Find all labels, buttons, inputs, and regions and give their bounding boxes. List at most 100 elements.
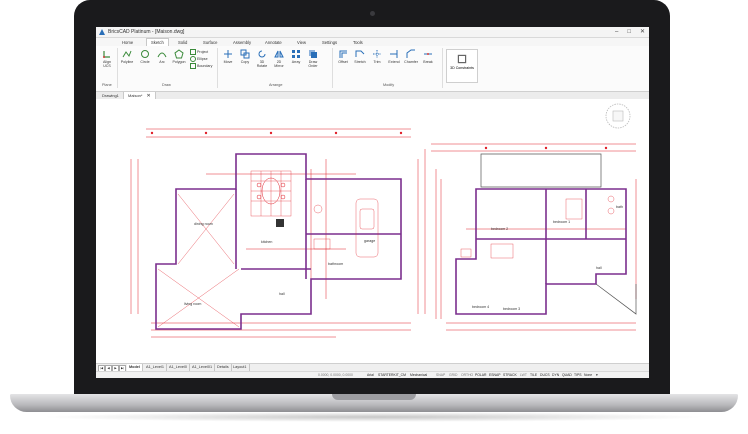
toggle-snap[interactable]: SNAP: [436, 373, 445, 377]
chamfer-label: Chamfer: [404, 60, 418, 64]
layout-tab-model[interactable]: Model: [127, 364, 143, 371]
navigation-cube-icon[interactable]: [604, 102, 632, 130]
align-ucs-label: Align UCS: [103, 60, 111, 68]
label-dining-room: dining room: [194, 222, 213, 226]
rotate-3d-button[interactable]: 3D Rotate: [254, 49, 270, 68]
boundary-label: Boundary: [197, 63, 213, 68]
tab-sketch[interactable]: Sketch: [146, 38, 169, 46]
tab-solid[interactable]: Solid: [174, 39, 191, 46]
close-button[interactable]: ✕: [640, 27, 645, 37]
toggle-tips[interactable]: TIPS: [574, 373, 582, 377]
coordinates-readout: 0.0000, 0.0000, 0.0000: [318, 373, 353, 377]
layout-tab-a1-level0[interactable]: A1_Level0: [167, 364, 190, 371]
copy-button[interactable]: Copy: [237, 49, 253, 64]
polygon-icon: [174, 49, 184, 59]
layout-tab-details[interactable]: Details: [215, 364, 232, 371]
break-button[interactable]: Break: [420, 49, 436, 64]
label-garage: garage: [364, 239, 376, 243]
ribbon-panel: Align UCS Polyline Circle Arc Polygon Pr…: [96, 46, 649, 92]
toggle-dyn[interactable]: DYN: [552, 373, 559, 377]
laptop-notch: [332, 394, 416, 400]
label-bedroom-4: bedroom 4: [472, 305, 490, 309]
circle-label: Circle: [140, 60, 150, 64]
toggle-ducs[interactable]: DUCS: [540, 373, 550, 377]
mirror-icon: [274, 50, 284, 58]
arc-icon: [157, 52, 167, 58]
label-bedroom-3: bedroom 3: [503, 307, 521, 311]
toggle-strack[interactable]: STRACK: [503, 373, 517, 377]
toggle-grid[interactable]: GRID: [449, 373, 457, 377]
group-label-plane: Plane: [102, 83, 112, 87]
extend-label: Extend: [388, 60, 400, 64]
tab-tools[interactable]: Tools: [349, 39, 367, 46]
polyline-label: Polyline: [120, 60, 134, 64]
tab-view[interactable]: View: [293, 39, 310, 46]
tab-assembly[interactable]: Assembly: [229, 39, 255, 46]
3d-constraints-label: 3D Constraints: [450, 66, 474, 70]
trim-button[interactable]: Trim: [369, 49, 385, 64]
boundary-button[interactable]: Boundary: [190, 63, 212, 69]
chevron-down-icon[interactable]: ▾: [596, 373, 598, 377]
draw-order-button[interactable]: Draw Order: [305, 49, 321, 68]
trim-icon: [373, 50, 381, 58]
ellipse-button[interactable]: Ellipse: [190, 56, 208, 62]
draw-order-icon: [309, 50, 317, 58]
circle-button[interactable]: Circle: [137, 49, 153, 64]
mirror-2d-label: 2D Mirror: [274, 60, 284, 68]
laptop-base: [10, 394, 738, 412]
stretch-button[interactable]: Stretch: [352, 49, 368, 64]
ellipse-label: Ellipse: [197, 56, 208, 61]
layout-tab-a1-level01[interactable]: A1_Level01: [190, 364, 216, 371]
extend-button[interactable]: Extend: [386, 49, 402, 64]
window-title: BricsCAD Platinum - [Maison.dwg]: [108, 29, 185, 35]
layout-tabs: |◀ ◀ ▶ ▶| Model A1_Level1 A1_Level0 A1_L…: [96, 363, 649, 372]
extend-icon: [390, 50, 398, 58]
mirror-2d-button[interactable]: 2D Mirror: [271, 49, 287, 68]
draw-order-label: Draw Order: [308, 60, 318, 68]
toggle-quad[interactable]: QUAD: [562, 373, 572, 377]
polygon-label: Polygon: [172, 60, 186, 64]
minimize-button[interactable]: –: [615, 27, 618, 37]
label-hall: hall: [279, 292, 285, 296]
copy-label: Copy: [240, 60, 250, 64]
layout-tab-layout1[interactable]: Layout1: [231, 364, 250, 371]
toggle-ortho[interactable]: ORTHO: [461, 373, 473, 377]
align-ucs-button[interactable]: Align UCS: [99, 49, 115, 68]
ribbon-tabs: Home Sketch Solid Surface Assembly Annot…: [96, 38, 649, 46]
polygon-button[interactable]: Polygon: [171, 49, 187, 64]
circle-icon: [141, 50, 149, 58]
toggle-polar[interactable]: POLAR: [475, 373, 487, 377]
tab-settings[interactable]: Settings: [318, 39, 341, 46]
array-button[interactable]: Array: [288, 49, 304, 64]
offset-icon: [339, 50, 347, 58]
maximize-button[interactable]: □: [627, 27, 631, 37]
label-bath: bath: [616, 205, 623, 209]
label-bedroom-2: bedroom 2: [491, 227, 509, 231]
offset-label: Offset: [338, 60, 348, 64]
toggle-tile[interactable]: TILE: [530, 373, 537, 377]
toggle-lwt[interactable]: LWT: [520, 373, 527, 377]
arc-button[interactable]: Arc: [154, 49, 170, 64]
tab-annotate[interactable]: Annotate: [261, 39, 286, 46]
3d-constraints-button[interactable]: 3D Constraints: [446, 49, 478, 83]
selection-none[interactable]: None: [584, 373, 592, 377]
tab-surface[interactable]: Surface: [199, 39, 221, 46]
break-label: Break: [423, 60, 433, 64]
tab-home[interactable]: Home: [118, 39, 137, 46]
layout-tab-a1-level1[interactable]: A1_Level1: [144, 364, 167, 371]
move-icon: [224, 50, 232, 58]
project-button[interactable]: Project: [190, 49, 208, 55]
font-readout[interactable]: Arial: [367, 373, 374, 377]
trim-label: Trim: [373, 60, 381, 64]
move-button[interactable]: Move: [220, 49, 236, 64]
profile-readout[interactable]: Mechanical: [410, 373, 427, 377]
floor-plan-drawing: [130, 128, 637, 338]
polyline-button[interactable]: Polyline: [119, 49, 135, 64]
drawing-canvas[interactable]: dining room living room kitchen garage b…: [96, 99, 649, 363]
toggle-esnap[interactable]: ESNAP: [489, 373, 501, 377]
style-readout[interactable]: STARTERKIT_CM: [378, 373, 406, 377]
offset-button[interactable]: Offset: [335, 49, 351, 64]
doc-tab-drawing1[interactable]: Drawing1: [98, 92, 124, 99]
doc-tab-maison[interactable]: Maison* ✕: [124, 92, 156, 99]
chamfer-button[interactable]: Chamfer: [403, 49, 419, 64]
